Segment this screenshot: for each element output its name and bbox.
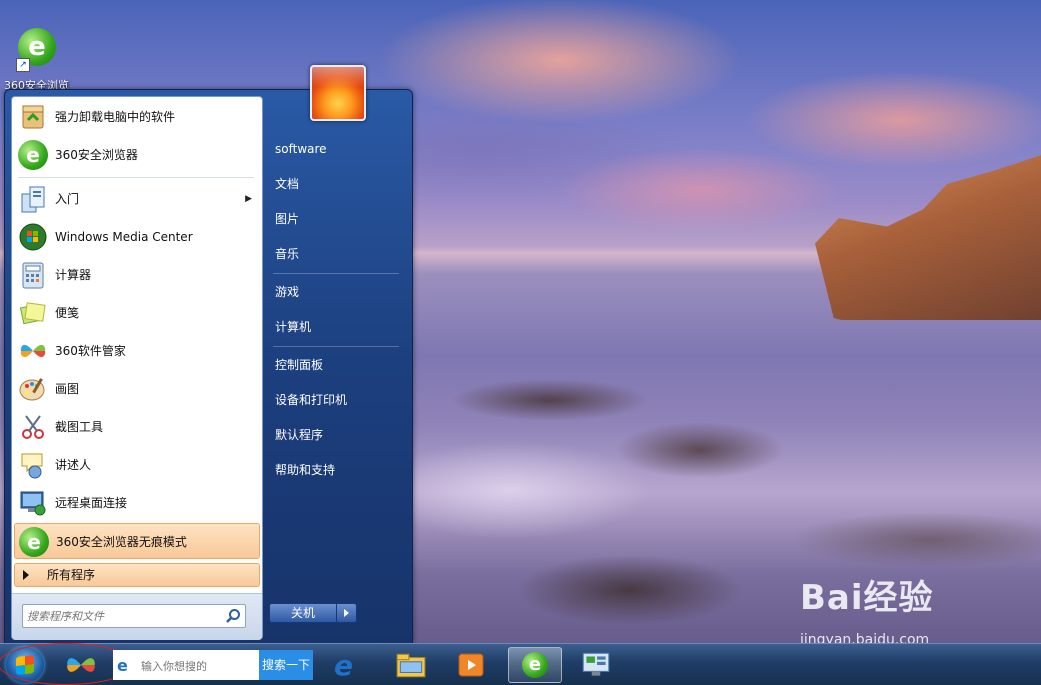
calculator-icon bbox=[22, 262, 44, 289]
program-label: 入门 bbox=[55, 192, 80, 206]
all-programs-label: 所有程序 bbox=[47, 568, 96, 582]
divider bbox=[273, 273, 399, 274]
360-browser-icon: e bbox=[522, 652, 548, 678]
program-label: 360软件管家 bbox=[55, 344, 126, 358]
taskbar-pin-media-player[interactable] bbox=[448, 647, 494, 683]
places-item-pictures[interactable]: 图片 bbox=[267, 204, 401, 234]
places-item-games[interactable]: 游戏 bbox=[267, 277, 401, 307]
360-software-manager-icon bbox=[20, 344, 46, 358]
program-item-360-browser[interactable]: e 360安全浏览器 bbox=[14, 137, 260, 173]
places-item-music[interactable]: 音乐 bbox=[267, 239, 401, 269]
program-item-getting-started[interactable]: 入门 ▶ bbox=[14, 181, 260, 217]
remote-desktop-icon bbox=[582, 652, 610, 676]
watermark-brand: Bai经验 bbox=[800, 578, 934, 618]
wallpaper-reef bbox=[410, 370, 1041, 650]
windows-media-center-icon bbox=[19, 223, 47, 251]
program-item-sticky-notes[interactable]: 便笺 bbox=[14, 295, 260, 331]
places-item-software[interactable]: software bbox=[267, 134, 401, 164]
internet-explorer-icon: e bbox=[334, 649, 353, 682]
taskbar-pin-360-software-manager[interactable] bbox=[58, 647, 104, 683]
baidu-watermark: Bai经验 jingyan.baidu.com bbox=[800, 570, 934, 648]
program-item-windows-media-center[interactable]: Windows Media Center bbox=[14, 219, 260, 255]
narrator-icon bbox=[21, 453, 43, 479]
taskbar-pin-remote-desktop[interactable] bbox=[568, 647, 626, 683]
taskbar-search-bar: e 搜索一下 bbox=[113, 650, 313, 680]
start-search-input[interactable] bbox=[25, 607, 219, 625]
windows-logo-icon bbox=[16, 655, 34, 675]
user-account-picture[interactable] bbox=[310, 65, 366, 121]
program-label: 画图 bbox=[55, 382, 80, 396]
submenu-arrow-icon: ▶ bbox=[245, 194, 252, 204]
program-item-calculator[interactable]: 计算器 bbox=[14, 257, 260, 293]
paint-icon bbox=[19, 378, 45, 401]
taskbar-search-button[interactable]: 搜索一下 bbox=[259, 650, 313, 680]
program-item-360-software-manager[interactable]: 360软件管家 bbox=[14, 333, 260, 369]
places-item-default-programs[interactable]: 默认程序 bbox=[267, 420, 401, 450]
snipping-tool-icon bbox=[22, 415, 44, 439]
shutdown-options-button[interactable] bbox=[337, 603, 357, 623]
program-item-remote-desktop[interactable]: 远程桌面连接 bbox=[14, 485, 260, 521]
program-label: 远程桌面连接 bbox=[55, 496, 128, 510]
search-icon[interactable] bbox=[225, 608, 241, 624]
divider bbox=[273, 346, 399, 347]
360-software-manager-icon bbox=[67, 658, 95, 672]
shortcut-arrow-icon: ↗ bbox=[16, 58, 30, 72]
program-label: 360安全浏览器 bbox=[55, 148, 138, 162]
shutdown-button[interactable]: 关机 bbox=[269, 603, 337, 623]
program-label: 计算器 bbox=[55, 268, 92, 282]
places-item-control-panel[interactable]: 控制面板 bbox=[267, 350, 401, 380]
uninstall-icon bbox=[22, 105, 44, 129]
expand-arrow-icon bbox=[23, 570, 29, 580]
program-label: 截图工具 bbox=[55, 420, 104, 434]
start-button[interactable] bbox=[6, 647, 44, 683]
ie-search-icon: e bbox=[117, 656, 128, 675]
start-search-area bbox=[12, 593, 262, 640]
remote-desktop-icon bbox=[20, 491, 46, 516]
taskbar-pin-internet-explorer[interactable]: e bbox=[326, 647, 372, 683]
places-item-computer[interactable]: 计算机 bbox=[267, 312, 401, 342]
program-item-paint[interactable]: 画图 bbox=[14, 371, 260, 407]
taskbar-pin-360-browser[interactable]: e bbox=[508, 647, 562, 683]
taskbar-search-input[interactable] bbox=[139, 657, 263, 675]
sticky-notes-icon bbox=[19, 302, 46, 325]
desktop-shortcut-360-browser[interactable]: e ↗ 360安全浏览 bbox=[4, 28, 70, 92]
file-explorer-icon bbox=[396, 653, 426, 678]
program-label: 讲述人 bbox=[55, 458, 92, 472]
program-item-narrator[interactable]: 讲述人 bbox=[14, 447, 260, 483]
taskbar: e 搜索一下 e e bbox=[0, 643, 1041, 685]
program-label: 360安全浏览器无痕模式 bbox=[56, 535, 187, 549]
program-item-snipping-tool[interactable]: 截图工具 bbox=[14, 409, 260, 445]
start-search-box bbox=[22, 604, 246, 628]
media-player-icon bbox=[458, 653, 484, 677]
program-item-360-browser-incognito[interactable]: e 360安全浏览器无痕模式 bbox=[14, 523, 260, 559]
360-browser-icon: e bbox=[18, 140, 48, 170]
program-item-uninstall[interactable]: 强力卸载电脑中的软件 bbox=[14, 99, 260, 135]
program-label: Windows Media Center bbox=[55, 230, 193, 244]
all-programs-button[interactable]: 所有程序 bbox=[14, 563, 260, 587]
program-label: 便笺 bbox=[55, 306, 80, 320]
start-menu: 强力卸载电脑中的软件 e 360安全浏览器 入门 ▶ Windows Media bbox=[4, 65, 413, 645]
360-browser-incognito-icon: e bbox=[19, 527, 49, 557]
places-item-documents[interactable]: 文档 bbox=[267, 169, 401, 199]
start-menu-programs-pane: 强力卸载电脑中的软件 e 360安全浏览器 入门 ▶ Windows Media bbox=[11, 96, 263, 640]
divider bbox=[18, 177, 254, 178]
places-item-devices-printers[interactable]: 设备和打印机 bbox=[267, 385, 401, 415]
getting-started-icon bbox=[21, 186, 45, 213]
wallpaper-rocks bbox=[815, 150, 1041, 320]
places-item-help-support[interactable]: 帮助和支持 bbox=[267, 455, 401, 485]
program-label: 强力卸载电脑中的软件 bbox=[55, 110, 176, 124]
taskbar-pin-file-explorer[interactable] bbox=[388, 647, 434, 683]
